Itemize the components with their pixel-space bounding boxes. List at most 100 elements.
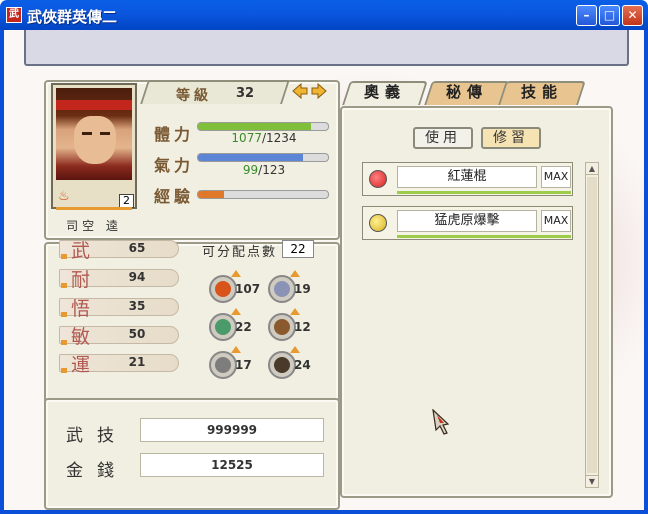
scroll-down-arrow-icon[interactable]: ▼ (586, 475, 598, 487)
increase-arrow-icon[interactable] (290, 308, 300, 315)
use-button[interactable]: 使用 (413, 127, 473, 149)
stat-row-strength[interactable]: 武 65 (59, 238, 179, 262)
face-shape (74, 116, 116, 164)
increase-arrow-icon[interactable] (290, 346, 300, 353)
mp-max: /123 (258, 163, 286, 177)
level-label: 等級 (176, 88, 212, 104)
hp-value: 1077/1234 (214, 131, 314, 145)
skill-progress-bar (397, 235, 571, 238)
stat-marker (61, 340, 67, 345)
stat-value: 35 (128, 299, 146, 313)
portrait-level-badge: 2 (119, 194, 134, 208)
allocatable-points-label: 可分配点數 (202, 245, 278, 260)
element-value: 17 (235, 358, 252, 372)
mp-value: 99/123 (214, 163, 314, 177)
element-bull[interactable]: 24 (266, 346, 311, 379)
train-button[interactable]: 修習 (481, 127, 541, 149)
minimize-button[interactable]: – (576, 5, 597, 26)
gold-label: 金錢 (66, 461, 128, 481)
mp-label: 氣力 (154, 156, 195, 175)
skill-name: 紅蓮棍 (397, 166, 537, 188)
martial-points-value: 999999 (140, 418, 324, 442)
gold-value: 12525 (140, 453, 324, 477)
stat-value: 21 (128, 355, 146, 369)
stat-label: 耐 (71, 269, 91, 291)
tab-secret-scrolls[interactable]: 秘傳 (424, 81, 510, 105)
mp-current: 99 (242, 163, 259, 177)
tab-label: 技能 (520, 83, 563, 101)
headband-shape (56, 100, 132, 110)
scroll-thumb[interactable] (587, 177, 597, 473)
stat-row-insight[interactable]: 悟 35 (59, 296, 179, 320)
hp-max: /1234 (261, 131, 297, 145)
increase-arrow-icon[interactable] (290, 270, 300, 277)
blade-element-icon (209, 351, 237, 379)
element-tornado[interactable]: 22 (207, 308, 252, 341)
skill-row[interactable]: 紅蓮棍 MAX (362, 162, 573, 196)
top-banner (24, 30, 629, 66)
stat-value: 50 (128, 327, 146, 341)
stat-row-luck[interactable]: 運 21 (59, 352, 179, 376)
next-character-arrow-icon[interactable] (310, 82, 328, 100)
stat-row-endurance[interactable]: 耐 94 (59, 267, 179, 291)
stat-label: 武 (71, 240, 91, 262)
stat-label: 悟 (71, 298, 91, 320)
element-core (274, 357, 290, 373)
increase-arrow-icon[interactable] (231, 270, 241, 277)
tab-skills[interactable]: 技能 (498, 81, 586, 105)
bull-element-icon (268, 351, 296, 379)
scroll-up-arrow-icon[interactable]: ▲ (586, 163, 598, 175)
stat-value: 94 (128, 270, 146, 284)
fire-icon: ♨ (58, 189, 70, 204)
element-blade[interactable]: 17 (207, 346, 252, 379)
skill-progress-bar (397, 191, 571, 194)
exp-bar-fill (198, 191, 224, 198)
skills-scrollbar[interactable]: ▲ ▼ (585, 162, 599, 488)
element-value: 107 (235, 282, 261, 296)
skill-name: 猛虎原爆擊 (397, 210, 537, 232)
element-value: 19 (294, 282, 311, 296)
stat-label: 敏 (71, 326, 91, 348)
previous-character-arrow-icon[interactable] (291, 82, 309, 100)
element-earth[interactable]: 12 (266, 308, 311, 341)
element-core (215, 357, 231, 373)
element-wind[interactable]: 19 (266, 270, 311, 303)
level-tab (140, 80, 290, 104)
element-core (274, 281, 290, 297)
element-fire[interactable]: 107 (207, 270, 260, 303)
tornado-element-icon (209, 313, 237, 341)
increase-arrow-icon[interactable] (231, 346, 241, 353)
stat-row-agility[interactable]: 敏 50 (59, 324, 179, 348)
element-core (215, 319, 231, 335)
exp-label: 經驗 (154, 187, 195, 206)
close-button[interactable]: ✕ (622, 5, 643, 26)
mp-bar (197, 153, 329, 162)
app-icon: 武 (6, 7, 22, 23)
increase-arrow-icon[interactable] (231, 308, 241, 315)
skill-max-badge: MAX (541, 166, 571, 188)
element-core (215, 281, 231, 297)
earth-element-icon (268, 313, 296, 341)
allocatable-points-value: 22 (282, 240, 314, 258)
level-value: 32 (236, 86, 255, 101)
exp-bar (197, 190, 329, 199)
portrait-underline (56, 207, 132, 210)
element-value: 24 (294, 358, 311, 372)
tab-secret-arts[interactable]: 奧義 (342, 81, 428, 105)
hp-current: 1077 (231, 131, 262, 145)
character-portrait-frame[interactable]: ♨ 2 (51, 83, 137, 210)
stat-marker (61, 254, 67, 259)
element-core (274, 319, 290, 335)
character-portrait (56, 88, 132, 180)
tab-label: 秘傳 (445, 83, 488, 101)
element-value: 22 (235, 320, 252, 334)
skill-row[interactable]: 猛虎原爆擊 MAX (362, 206, 573, 240)
stat-value: 65 (128, 241, 146, 255)
left-eye-shape (82, 132, 92, 135)
stat-marker (61, 312, 67, 317)
skill-max-badge: MAX (541, 210, 571, 232)
hp-bar-fill (198, 123, 312, 130)
game-cursor-icon (432, 409, 450, 435)
title-bar[interactable]: 武 武俠群英傳二 – □ ✕ (0, 0, 648, 30)
maximize-button[interactable]: □ (599, 5, 620, 26)
